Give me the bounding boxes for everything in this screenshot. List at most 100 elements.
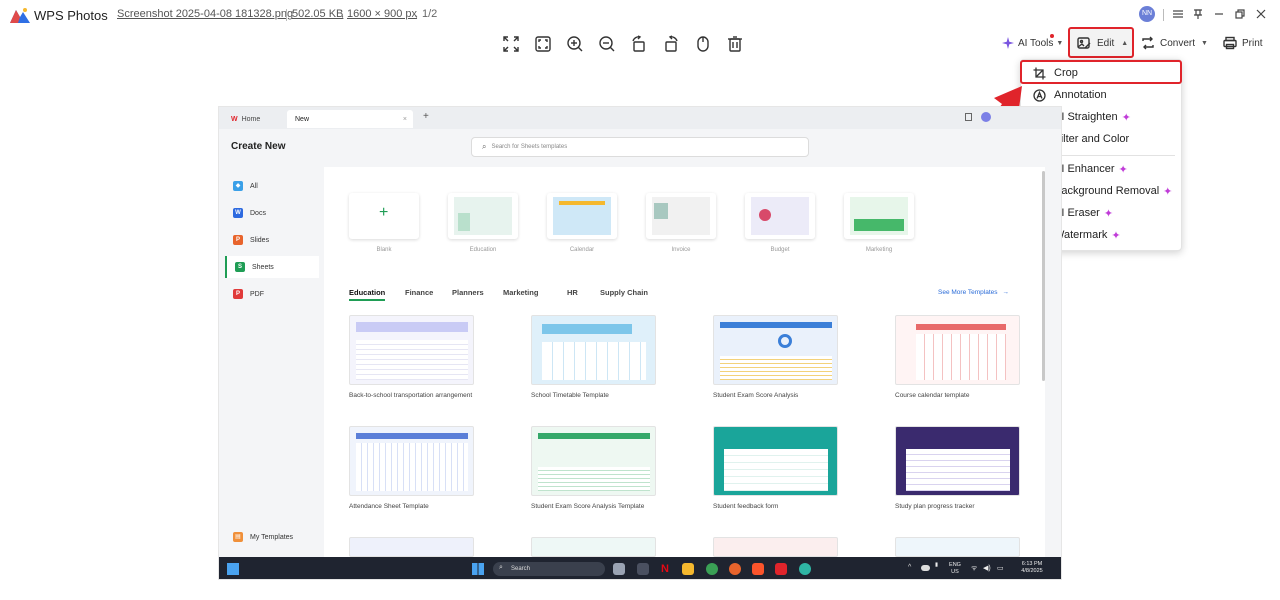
shot-category-tab: Finance bbox=[405, 288, 434, 297]
shot-template-type-label: Marketing bbox=[865, 247, 893, 253]
shot-sidebar-item-pdf: P PDF bbox=[225, 283, 319, 305]
shot-category-tab: Planners bbox=[452, 288, 484, 297]
app-name: WPS Photos bbox=[34, 8, 108, 23]
pin-icon[interactable] bbox=[1189, 5, 1207, 23]
shot-see-more-link: See More Templates → bbox=[938, 289, 1009, 296]
shot-tab-bar: W Home New × + bbox=[219, 107, 1061, 129]
shot-template-caption: Attendance Sheet Template bbox=[349, 503, 429, 510]
shot-tab-home: W Home bbox=[223, 110, 283, 128]
ai-sparkle-icon: ✦ bbox=[1111, 229, 1121, 242]
widgets-icon bbox=[227, 563, 239, 575]
wps-logo-icon: W bbox=[231, 115, 238, 123]
edit-button[interactable]: Edit ▲ bbox=[1077, 34, 1128, 52]
clock: 6:13 PM 4/8/2025 bbox=[1015, 561, 1049, 575]
fullscreen-icon[interactable] bbox=[500, 33, 522, 55]
language-label: ENG bbox=[949, 562, 961, 568]
shot-category-tab: Marketing bbox=[503, 288, 539, 297]
avatar bbox=[981, 112, 991, 122]
search-icon: ⌕ bbox=[499, 564, 503, 571]
shot-tab-label: New bbox=[295, 115, 310, 123]
plus-icon: + bbox=[423, 111, 429, 122]
search-icon: ⌕ bbox=[482, 142, 487, 151]
menu-item-label: Annotation bbox=[1054, 89, 1107, 101]
docs-icon: W bbox=[233, 208, 243, 218]
print-button[interactable]: Print bbox=[1223, 34, 1263, 52]
shot-template-caption: Student feedback form bbox=[713, 503, 779, 510]
shot-tab-new: New × bbox=[287, 110, 413, 128]
shot-sidebar-item-docs: W Docs bbox=[225, 202, 319, 224]
comma: , bbox=[341, 8, 345, 20]
divider bbox=[1163, 9, 1164, 21]
shot-sidebar-label: PDF bbox=[250, 290, 264, 298]
shot-template-thumbnail bbox=[895, 426, 1020, 496]
shot-category-tab: Education bbox=[349, 288, 386, 301]
menu-item-label: Filter and Color bbox=[1054, 133, 1130, 145]
divider bbox=[286, 9, 287, 21]
chevron-up-icon: ▲ bbox=[1121, 39, 1129, 47]
file-dimensions-link[interactable]: 1600 × 900 px bbox=[347, 8, 417, 20]
shot-template-type-label: Budget bbox=[770, 247, 790, 253]
image-canvas[interactable]: W Home New × + Create New ◆ All W Docs P… bbox=[218, 106, 1062, 580]
fit-window-icon[interactable] bbox=[532, 33, 554, 55]
pdf-icon: P bbox=[233, 289, 243, 299]
chevron-down-icon: ▼ bbox=[1056, 39, 1064, 47]
netflix-icon: N bbox=[659, 563, 671, 575]
close-icon: × bbox=[402, 115, 407, 123]
menu-item-label: Watermark bbox=[1054, 229, 1108, 241]
shot-taskbar-search-label: Search bbox=[511, 566, 531, 572]
shot-template-caption: School Timetable Template bbox=[531, 392, 609, 399]
menu-icon[interactable] bbox=[1169, 5, 1187, 23]
app-icon bbox=[799, 563, 811, 575]
shot-template-caption: Study plan progress tracker bbox=[895, 503, 975, 510]
file-size-link[interactable]: 502.05 KB bbox=[292, 8, 343, 20]
shot-main-panel: + Blank Education Calendar Invoice Budge… bbox=[324, 167, 1045, 557]
shot-template-thumbnail bbox=[349, 537, 474, 557]
convert-button[interactable]: Convert ▼ bbox=[1141, 34, 1208, 52]
shot-template-thumbnail bbox=[895, 537, 1020, 557]
menu-item-label: AI Enhancer bbox=[1054, 163, 1115, 175]
shot-template-type-label: Invoice bbox=[671, 247, 691, 253]
wps-photos-logo-icon bbox=[10, 8, 30, 23]
shot-search-box: ⌕ Search for Sheets templates bbox=[471, 137, 809, 157]
shot-template-type-calendar bbox=[547, 193, 617, 239]
ai-sparkle-icon: ✦ bbox=[1163, 185, 1173, 198]
annotation-icon bbox=[1033, 88, 1046, 102]
file-name-link[interactable]: Screenshot 2025-04-08 181328.png bbox=[117, 8, 293, 20]
restore-icon[interactable] bbox=[1231, 5, 1249, 23]
shot-template-thumbnail bbox=[713, 426, 838, 496]
zoom-out-icon[interactable] bbox=[596, 33, 618, 55]
shot-template-type-budget bbox=[745, 193, 815, 239]
shot-template-thumbnail bbox=[531, 537, 656, 557]
rotate-left-icon[interactable] bbox=[628, 33, 650, 55]
rotate-right-icon[interactable] bbox=[660, 33, 682, 55]
convert-label: Convert bbox=[1160, 37, 1196, 49]
shot-template-type-blank: + bbox=[349, 193, 419, 239]
ai-sparkle-icon: ✦ bbox=[1118, 163, 1128, 176]
shot-template-type-marketing bbox=[844, 193, 914, 239]
ai-sparkle-icon: ✦ bbox=[1103, 207, 1114, 220]
slides-icon: P bbox=[233, 235, 243, 245]
file-index: 1/2 bbox=[422, 8, 438, 20]
avatar[interactable]: NN bbox=[1139, 6, 1155, 22]
shot-taskbar-search: ⌕ Search bbox=[493, 562, 605, 576]
minimize-icon[interactable] bbox=[1210, 5, 1228, 23]
shot-category-tab: Supply Chain bbox=[600, 288, 648, 297]
ai-tools-button[interactable]: AI Tools ▼ bbox=[1001, 34, 1063, 52]
shot-sidebar-label: My Templates bbox=[250, 533, 294, 541]
shot-search-placeholder: Search for Sheets templates bbox=[491, 144, 568, 150]
shot-sidebar-label: Sheets bbox=[252, 263, 274, 271]
menu-item-annotation[interactable]: Annotation bbox=[1021, 84, 1181, 106]
shot-template-type-label: Education bbox=[469, 247, 497, 253]
menu-item-label: Background Removal bbox=[1054, 185, 1160, 197]
shot-sidebar: Create New ◆ All W Docs P Slides S Sheet… bbox=[219, 129, 323, 557]
close-icon[interactable] bbox=[1252, 5, 1270, 23]
shot-template-thumbnail bbox=[531, 426, 656, 496]
delete-icon[interactable] bbox=[724, 33, 746, 55]
chevron-down-icon: ▼ bbox=[1201, 39, 1208, 47]
shot-template-caption: Course calendar template bbox=[895, 392, 970, 399]
zoom-in-icon[interactable] bbox=[564, 33, 586, 55]
shot-category-tab: HR bbox=[567, 288, 578, 297]
mouse-mode-icon[interactable] bbox=[692, 33, 714, 55]
shot-template-thumbnail bbox=[349, 315, 474, 385]
time-label: 6:13 PM bbox=[1021, 561, 1043, 567]
